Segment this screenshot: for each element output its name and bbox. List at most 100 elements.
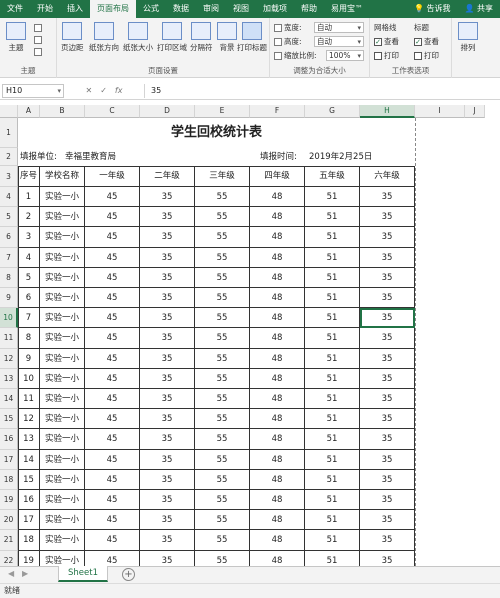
table-cell[interactable]: 55	[195, 187, 250, 208]
tab-3[interactable]: 页面布局	[90, 0, 136, 18]
table-cell[interactable]: 1	[18, 187, 40, 208]
table-cell[interactable]: 35	[360, 389, 415, 410]
select-all-corner[interactable]	[0, 105, 18, 118]
table-cell[interactable]: 51	[305, 530, 360, 551]
headings-print-checkbox[interactable]	[414, 51, 422, 60]
table-cell[interactable]: 35	[360, 328, 415, 349]
table-cell[interactable]: 实验一小	[40, 490, 85, 511]
table-cell[interactable]: 55	[195, 227, 250, 248]
tab-9[interactable]: 帮助	[294, 0, 324, 18]
table-cell[interactable]: 35	[140, 247, 195, 268]
sheet-title[interactable]: 学生回校统计表	[18, 118, 415, 148]
headings-view-option[interactable]: ✓ 查看	[414, 36, 439, 47]
colors-icon[interactable]	[34, 24, 42, 32]
table-cell[interactable]: 8	[18, 328, 40, 349]
table-cell[interactable]: 51	[305, 247, 360, 268]
table-cell[interactable]: 55	[195, 469, 250, 490]
column-header-d[interactable]: D	[140, 105, 195, 118]
tab-1[interactable]: 开始	[30, 0, 60, 18]
column-header-f[interactable]: F	[250, 105, 305, 118]
table-cell[interactable]: 35	[140, 227, 195, 248]
table-cell[interactable]: 48	[250, 308, 305, 329]
unit-label[interactable]: 填报单位:	[20, 148, 68, 166]
table-header-cell[interactable]: 三年级	[195, 166, 250, 187]
worksheet-grid[interactable]: A B C D E F G H I J 1 2 3 4 5 6 7 8 9 10 11 12 13 14 15 16 17 18 19 2…	[0, 105, 500, 566]
table-cell[interactable]: 实验一小	[40, 247, 85, 268]
sheet-scroll-left-icon[interactable]: ◀	[8, 569, 14, 578]
table-cell[interactable]: 35	[360, 510, 415, 531]
table-cell[interactable]: 实验一小	[40, 207, 85, 228]
table-cell[interactable]: 51	[305, 550, 360, 566]
column-header-g[interactable]: G	[305, 105, 360, 118]
tab-6[interactable]: 审阅	[196, 0, 226, 18]
table-cell[interactable]: 16	[18, 490, 40, 511]
tab-10[interactable]: 易用宝™	[324, 0, 370, 18]
row-header-14[interactable]: 14	[0, 389, 18, 410]
tab-2[interactable]: 插入	[60, 0, 90, 18]
table-cell[interactable]: 51	[305, 187, 360, 208]
table-cell[interactable]: 48	[250, 247, 305, 268]
arrange-button[interactable]: 排列	[458, 22, 478, 53]
width-dropdown[interactable]: 自动	[314, 22, 364, 33]
column-header-a[interactable]: A	[18, 105, 40, 118]
table-cell[interactable]: 55	[195, 328, 250, 349]
table-cell[interactable]: 35	[360, 207, 415, 228]
tab-5[interactable]: 数据	[166, 0, 196, 18]
table-cell[interactable]: 51	[305, 368, 360, 389]
table-cell[interactable]: 35	[360, 550, 415, 566]
table-header-cell[interactable]: 学校名称	[40, 166, 85, 187]
column-header-h[interactable]: H	[360, 105, 415, 118]
table-cell[interactable]: 45	[85, 429, 140, 450]
table-cell[interactable]: 2	[18, 207, 40, 228]
row-header-22[interactable]: 22	[0, 550, 18, 566]
table-cell[interactable]: 45	[85, 449, 140, 470]
table-cell[interactable]: 48	[250, 187, 305, 208]
table-cell[interactable]: 7	[18, 308, 40, 329]
table-cell[interactable]: 55	[195, 288, 250, 309]
table-cell[interactable]: 实验一小	[40, 449, 85, 470]
row-header-11[interactable]: 11	[0, 328, 18, 349]
gridlines-view-checkbox[interactable]: ✓	[374, 37, 382, 46]
table-cell[interactable]: 51	[305, 267, 360, 288]
table-cell[interactable]: 48	[250, 550, 305, 566]
table-cell[interactable]: 48	[250, 288, 305, 309]
table-cell[interactable]: 4	[18, 247, 40, 268]
table-cell[interactable]: 实验一小	[40, 550, 85, 566]
column-header-e[interactable]: E	[195, 105, 250, 118]
table-cell[interactable]: 35	[140, 328, 195, 349]
table-cell[interactable]: 13	[18, 429, 40, 450]
table-header-cell[interactable]: 五年级	[305, 166, 360, 187]
table-cell[interactable]: 48	[250, 490, 305, 511]
table-cell[interactable]: 9	[18, 348, 40, 369]
fonts-icon[interactable]	[34, 36, 42, 44]
row-header-16[interactable]: 16	[0, 429, 18, 450]
table-cell[interactable]: 35	[140, 207, 195, 228]
share-button[interactable]: 👤 共享	[457, 0, 500, 18]
table-cell[interactable]: 35	[360, 227, 415, 248]
table-cell[interactable]: 48	[250, 530, 305, 551]
table-cell[interactable]: 实验一小	[40, 187, 85, 208]
table-cell[interactable]: 48	[250, 409, 305, 430]
table-cell[interactable]: 48	[250, 429, 305, 450]
column-header-c[interactable]: C	[85, 105, 140, 118]
table-header-cell[interactable]: 二年级	[140, 166, 195, 187]
table-cell[interactable]: 实验一小	[40, 288, 85, 309]
gridlines-view-option[interactable]: ✓ 查看	[374, 36, 399, 47]
table-cell[interactable]: 55	[195, 530, 250, 551]
table-cell[interactable]: 35	[140, 389, 195, 410]
table-cell[interactable]: 35	[140, 429, 195, 450]
gridlines-print-option[interactable]: 打印	[374, 50, 399, 61]
table-cell[interactable]: 45	[85, 510, 140, 531]
table-cell[interactable]: 35	[140, 510, 195, 531]
table-cell[interactable]: 55	[195, 368, 250, 389]
tab-8[interactable]: 加载项	[256, 0, 294, 18]
table-cell[interactable]: 实验一小	[40, 328, 85, 349]
table-cell[interactable]: 51	[305, 288, 360, 309]
table-cell[interactable]: 19	[18, 550, 40, 566]
table-cell[interactable]: 48	[250, 227, 305, 248]
table-cell[interactable]: 35	[360, 267, 415, 288]
table-cell[interactable]: 45	[85, 288, 140, 309]
row-header-17[interactable]: 17	[0, 449, 18, 470]
table-cell[interactable]: 实验一小	[40, 409, 85, 430]
table-cell[interactable]: 35	[360, 449, 415, 470]
